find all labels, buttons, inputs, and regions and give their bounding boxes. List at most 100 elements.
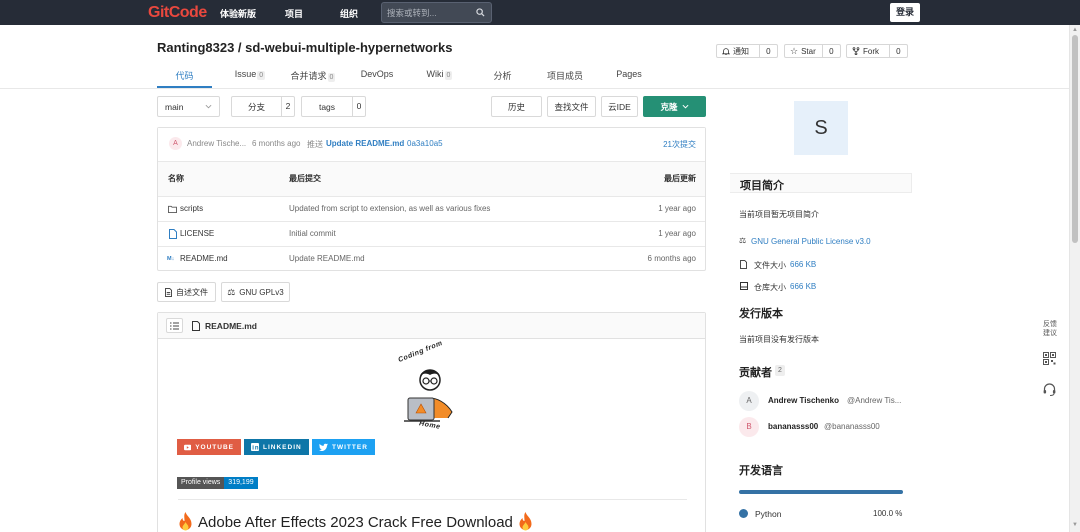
language-bar xyxy=(739,490,903,494)
file-size-value[interactable]: 666 KB xyxy=(790,260,816,269)
release-text: 当前项目没有发行版本 xyxy=(739,335,819,344)
twitter-icon xyxy=(319,443,328,451)
fork-count: 0 xyxy=(896,46,901,56)
file-commit[interactable]: Updated from script to extension, as wel… xyxy=(289,197,490,221)
commit-hash[interactable]: 0a3a10a5 xyxy=(407,139,443,148)
readme-header: README.md xyxy=(158,313,705,339)
branches-button[interactable]: 分支 2 xyxy=(231,96,295,117)
commits-total[interactable]: 21次提交 xyxy=(663,139,696,150)
nav-organizations[interactable]: 组织 xyxy=(340,7,358,20)
contributor-name[interactable]: bananasss00 xyxy=(768,422,818,431)
toc-button[interactable] xyxy=(166,318,183,333)
project-avatar: S xyxy=(794,101,848,155)
contributor-name[interactable]: Andrew Tischenko xyxy=(768,396,839,405)
readme-heading-text: Adobe After Effects 2023 Crack Free Down… xyxy=(198,513,513,531)
tab-merge-requests[interactable]: 合并请求 0 xyxy=(287,69,339,82)
table-row[interactable]: scripts Updated from script to extension… xyxy=(158,196,705,221)
fire-icon xyxy=(519,512,532,531)
web-ide-button[interactable]: 云IDE xyxy=(601,96,638,117)
youtube-icon xyxy=(184,444,192,450)
tab-wiki-badge: 0 xyxy=(444,71,453,80)
contributor-handle: @Andrew Tis... xyxy=(847,396,902,405)
find-file-button[interactable]: 查找文件 xyxy=(547,96,596,117)
history-button[interactable]: 历史 xyxy=(491,96,542,117)
svg-text:in: in xyxy=(252,446,259,451)
repo-title[interactable]: Ranting8323 / sd-webui-multiple-hypernet… xyxy=(157,40,452,55)
release-title: 发行版本 xyxy=(739,308,783,320)
commit-author[interactable]: Andrew Tische... xyxy=(187,139,246,148)
fire-icon xyxy=(179,512,192,531)
scale-icon: ⚖ xyxy=(739,236,747,245)
nav-projects[interactable]: 项目 xyxy=(285,7,303,20)
tab-code[interactable]: 代码 xyxy=(157,69,212,82)
top-navbar: GitCode 体验新版 项目 组织 登录 xyxy=(0,0,1080,25)
license-link[interactable]: GNU General Public License v3.0 xyxy=(751,237,871,246)
commit-message[interactable]: Update README.md xyxy=(326,139,404,148)
star-count: 0 xyxy=(829,46,834,56)
file-commit[interactable]: Update README.md xyxy=(289,247,365,271)
file-name[interactable]: scripts xyxy=(180,197,203,221)
page-scrollbar[interactable]: ▲ ▼ xyxy=(1069,25,1080,532)
fork-button[interactable]: Fork 0 xyxy=(846,44,908,58)
file-name[interactable]: README.md xyxy=(180,247,228,271)
tags-count: 0 xyxy=(352,97,365,116)
youtube-badge[interactable]: YOUTUBE xyxy=(177,439,241,455)
contributor-handle: @bananasss00 xyxy=(824,422,880,431)
tab-devops[interactable]: DevOps xyxy=(358,69,396,79)
tab-issue-badge: 0 xyxy=(257,71,266,80)
tab-wiki[interactable]: Wiki 0 xyxy=(422,69,457,80)
file-updated: 1 year ago xyxy=(658,229,696,238)
readme-heading: Adobe After Effects 2023 Crack Free Down… xyxy=(177,512,534,532)
nav-new-version[interactable]: 体验新版 xyxy=(220,7,256,20)
gitcode-logo[interactable]: GitCode xyxy=(148,4,207,22)
commit-time: 6 months ago xyxy=(252,139,301,148)
qrcode-icon[interactable] xyxy=(1043,352,1056,365)
tab-merge-badge: 0 xyxy=(327,73,336,82)
intro-text: 当前项目暂无项目简介 xyxy=(739,210,819,219)
markdown-icon: M↓ xyxy=(167,256,175,262)
scrollbar-thumb[interactable] xyxy=(1072,35,1078,243)
tab-members[interactable]: 项目成员 xyxy=(545,69,585,82)
python-color-dot xyxy=(739,509,748,518)
document-icon xyxy=(165,287,172,297)
avatar[interactable]: B xyxy=(739,417,759,437)
readme-tag[interactable]: 自述文件 xyxy=(157,282,216,302)
feedback-button[interactable]: 反馈 建议 xyxy=(1041,320,1059,338)
clone-label: 克隆 xyxy=(660,101,678,112)
tags-button[interactable]: tags 0 xyxy=(301,96,366,117)
table-row[interactable]: LICENSE Initial commit 1 year ago xyxy=(158,221,705,246)
chevron-down-icon xyxy=(682,104,688,109)
scroll-up-icon[interactable]: ▲ xyxy=(1072,27,1078,33)
tab-analytics[interactable]: 分析 xyxy=(490,69,515,82)
linkedin-badge[interactable]: in LINKEDIN xyxy=(244,439,309,455)
branch-select[interactable]: main xyxy=(157,96,220,117)
clone-button[interactable]: 克隆 xyxy=(643,96,706,117)
headset-icon[interactable] xyxy=(1043,383,1056,396)
star-label: Star xyxy=(801,46,816,56)
search-input[interactable] xyxy=(387,6,472,20)
commit-author-avatar[interactable]: A xyxy=(169,137,182,150)
branches-count: 2 xyxy=(281,97,294,116)
twitter-badge[interactable]: TWITTER xyxy=(312,439,375,455)
file-name[interactable]: LICENSE xyxy=(180,222,214,246)
search-box[interactable] xyxy=(381,2,492,23)
tab-pages[interactable]: Pages xyxy=(614,69,644,79)
notify-button[interactable]: 通知 0 xyxy=(716,44,778,58)
folder-icon xyxy=(168,205,177,213)
table-row[interactable]: M↓ README.md Update README.md 6 months a… xyxy=(158,246,705,271)
fork-icon xyxy=(852,47,860,55)
storage-icon xyxy=(740,282,748,290)
tags-label: tags xyxy=(318,101,336,112)
license-tag[interactable]: ⚖ GNU GPLv3 xyxy=(221,282,290,302)
star-button[interactable]: ☆ Star 0 xyxy=(784,44,841,58)
avatar[interactable]: A xyxy=(739,391,759,411)
repo-size-value[interactable]: 666 KB xyxy=(790,282,816,291)
file-commit[interactable]: Initial commit xyxy=(289,222,336,246)
search-icon[interactable] xyxy=(476,8,485,17)
tab-issue[interactable]: Issue 0 xyxy=(230,69,270,80)
scroll-down-icon[interactable]: ▼ xyxy=(1072,522,1078,528)
notify-label: 通知 xyxy=(733,46,749,56)
file-updated: 1 year ago xyxy=(658,204,696,213)
intro-title: 项目简介 xyxy=(740,180,784,192)
login-button[interactable]: 登录 xyxy=(890,3,920,22)
